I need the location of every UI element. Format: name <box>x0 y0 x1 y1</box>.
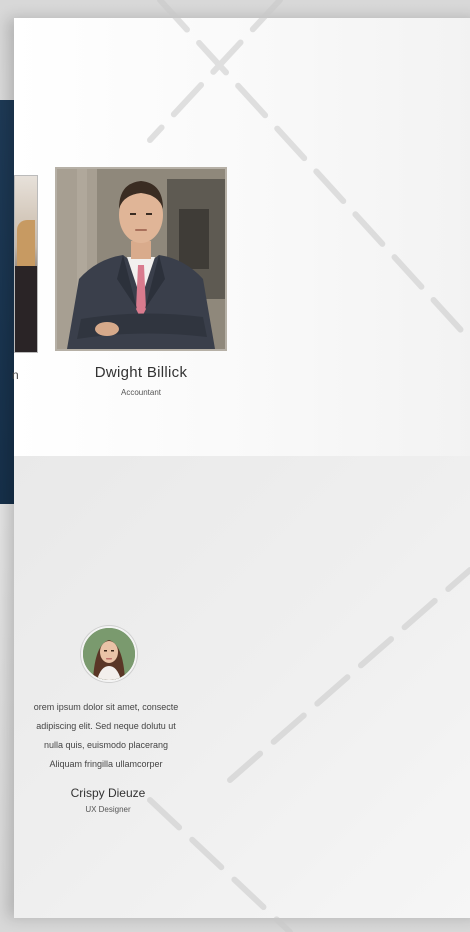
previous-panel-edge <box>0 100 14 504</box>
testimonial-line: Aliquam fringilla ullamcorper <box>49 759 163 769</box>
brochure-mockup: n Dwight Billick Accountant orem ipsum d… <box>0 0 470 932</box>
testimonial-line: adipiscing elit. Sed neque dolutu ut <box>36 721 176 731</box>
testimonial-line: orem ipsum dolor sit amet, consecte <box>33 702 179 712</box>
testimonial-line: nulla quis, euismodo placerang <box>43 740 169 750</box>
testimonial-text: orem ipsum dolor sit amet, consecte adip… <box>0 698 212 774</box>
brochure-page <box>14 18 470 918</box>
testimonial-section <box>14 456 470 918</box>
testimonial-author-role: UX Designer <box>85 805 131 814</box>
team-member-role: Accountant <box>120 388 162 397</box>
team-member-photo <box>55 167 227 351</box>
team-member-photo-partial <box>14 175 38 353</box>
team-member-name: Dwight Billick <box>94 364 188 381</box>
team-member-name-partial: n <box>12 368 19 382</box>
testimonial-avatar <box>81 626 137 682</box>
testimonial-author-name: Crispy Dieuze <box>70 786 146 800</box>
